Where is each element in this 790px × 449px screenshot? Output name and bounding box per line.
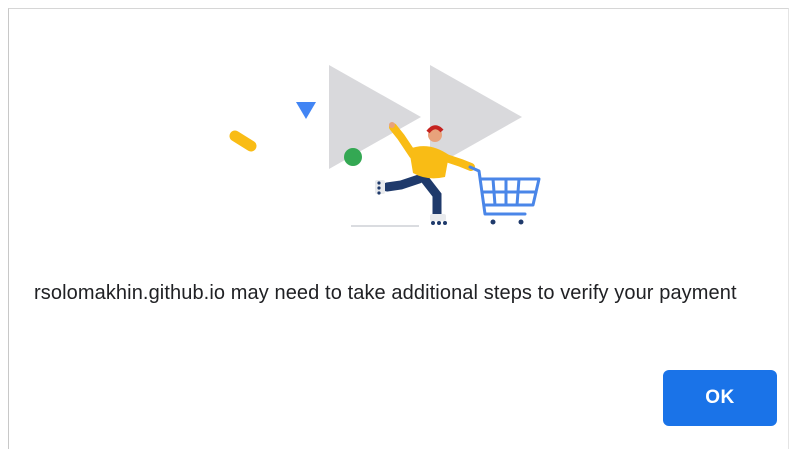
dialog-message: rsolomakhin.github.io may need to take a… xyxy=(34,282,737,304)
payment-verification-dialog: rsolomakhin.github.io may need to take a… xyxy=(8,8,789,449)
yellow-pill-shape xyxy=(229,130,257,152)
ok-button[interactable]: OK xyxy=(663,370,777,426)
green-dot-shape xyxy=(344,148,362,166)
blue-triangle-icon xyxy=(296,102,316,119)
shopping-illustration xyxy=(229,65,541,227)
shopping-cart-icon xyxy=(468,165,541,225)
